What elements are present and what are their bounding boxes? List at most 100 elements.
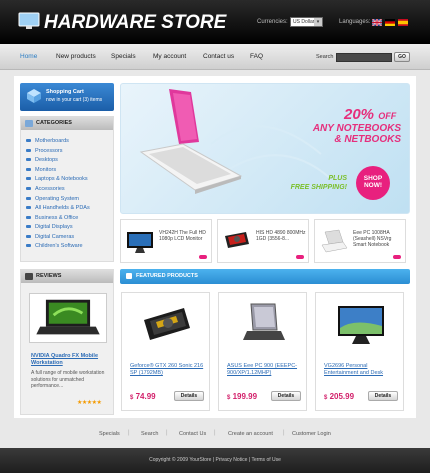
currencies-label: Currencies: — [257, 19, 288, 25]
search-input[interactable] — [336, 53, 392, 62]
mini-product-card[interactable]: HIS HD 4890 800MHz 1GD (3556-8... — [217, 219, 309, 263]
product-name[interactable]: ASUS Eee PC 900 (EEEPC-900/XP/1.12MHP) — [227, 363, 303, 377]
product-currency: $ — [130, 395, 134, 401]
uk-flag-icon[interactable] — [372, 19, 382, 26]
copyright-text: Copyright © 2009 YourStore | Privacy Not… — [149, 457, 281, 463]
product-price: $ 74.99 — [130, 392, 156, 401]
monitor-image — [127, 232, 153, 253]
mini-product-text: Eee PC 1008HA (Seashell) NSVrg Smart Not… — [353, 230, 392, 248]
banner-plus: PLUS — [328, 175, 347, 182]
product-currency: $ — [227, 395, 231, 401]
rating-stars: ★★★★★ — [77, 400, 102, 406]
reviews-icon — [25, 273, 33, 280]
nav-home[interactable]: Home — [20, 44, 37, 70]
languages-label: Languages: — [339, 19, 371, 25]
review-text: A full range of mobile workstation solut… — [31, 370, 105, 389]
graphics-card-image[interactable] — [140, 300, 194, 348]
search-label: Search — [316, 54, 334, 60]
chevron-down-icon: ▾ — [314, 18, 322, 26]
product-price: $ 199.99 — [227, 392, 257, 401]
product-price-value: 205.99 — [329, 392, 355, 401]
footer-link-create-account[interactable]: Create an account — [228, 431, 273, 437]
store-logo[interactable]: HARDWARE STORE — [44, 12, 226, 34]
netbook-image[interactable] — [237, 300, 291, 348]
banner-free-shipping: PLUS FREE SHIPPING! — [281, 174, 347, 192]
product-currency: $ — [324, 395, 328, 401]
monitor-image[interactable] — [334, 300, 388, 348]
footer-link-specials[interactable]: Specials — [99, 431, 120, 437]
currency-select[interactable]: US Dollar ▾ — [290, 17, 323, 27]
category-item[interactable]: Desktops — [26, 157, 58, 163]
category-item[interactable]: Motherboards — [26, 138, 69, 144]
category-item[interactable]: Digital Displays — [26, 224, 73, 230]
category-item[interactable]: Processors — [26, 148, 63, 154]
category-item[interactable]: Business & Office — [26, 215, 78, 221]
footer-link-customer-login[interactable]: Customer Login — [292, 431, 331, 437]
search-go-button[interactable]: GO — [394, 52, 410, 62]
banner-percent: 20% OFF — [344, 106, 396, 123]
categories-box: CATEGORIES Motherboards Processors Deskt… — [20, 116, 114, 262]
product-name[interactable]: VG2696 Personal Entertainment and Desk — [324, 363, 400, 377]
nav-my-account[interactable]: My account — [153, 44, 186, 70]
footer-separator: | — [166, 430, 168, 436]
product-name[interactable]: Geforce® GTX 260 Sonic 216 SP (1792MB) — [130, 363, 206, 377]
graphics-card-image — [225, 232, 249, 248]
banner-percent-value: 20% — [344, 106, 375, 123]
mini-product-card[interactable]: Eee PC 1008HA (Seashell) NSVrg Smart Not… — [314, 219, 406, 263]
product-price-value: 74.99 — [135, 392, 156, 401]
category-item[interactable]: Digital Cameras — [26, 234, 74, 240]
currency-value: US Dollar — [293, 19, 315, 25]
product-price-value: 199.99 — [232, 392, 258, 401]
footer-separator: | — [214, 430, 216, 436]
category-item[interactable]: Laptops & Notebooks — [26, 176, 88, 182]
details-button[interactable]: Details — [368, 391, 398, 401]
mini-product-more-button[interactable] — [199, 255, 207, 259]
shop-now-button[interactable]: SHOP NOW! — [356, 166, 390, 200]
category-item[interactable]: All Handhelds & PDAs — [26, 205, 90, 211]
featured-icon — [126, 273, 132, 279]
mini-product-more-button[interactable] — [393, 255, 401, 259]
product-price: $ 205.99 — [324, 392, 354, 401]
cart-box-icon — [27, 89, 41, 103]
review-laptop-image[interactable] — [29, 293, 107, 343]
footer-separator: | — [128, 430, 130, 436]
reviews-header: REVIEWS — [21, 270, 113, 283]
featured-title: FEATURED PRODUCTS — [136, 273, 198, 279]
footer-link-contact-us[interactable]: Contact Us — [179, 431, 206, 437]
netbook-image — [321, 229, 348, 253]
banner-line1: ANY NOTEBOOKS — [312, 123, 401, 134]
shopping-cart-box[interactable]: Shopping Cart now in your cart (3) items — [20, 83, 114, 111]
promo-banner[interactable]: 20% OFF ANY NOTEBOOKS & NETBOOKS PLUS FR… — [120, 83, 410, 214]
categories-header: CATEGORIES — [21, 117, 113, 130]
header: HARDWARE STORE Currencies: US Dollar ▾ L… — [0, 0, 430, 44]
germany-flag-icon[interactable] — [385, 19, 395, 26]
details-button[interactable]: Details — [174, 391, 204, 401]
mini-product-card[interactable]: VH242H The Full HD 1080p LCD Monitor — [120, 219, 212, 263]
mini-product-text: HIS HD 4890 800MHz 1GD (3556-8... — [256, 230, 306, 242]
category-item[interactable]: Monitors — [26, 167, 56, 173]
product-card: ASUS Eee PC 900 (EEEPC-900/XP/1.12MHP) $… — [218, 292, 307, 411]
product-card: Geforce® GTX 260 Sonic 216 SP (1792MB) $… — [121, 292, 210, 411]
nav-new-products[interactable]: New products — [56, 44, 96, 70]
nav-specials[interactable]: Specials — [111, 44, 136, 70]
banner-free-shipping-text: FREE SHIPPING! — [290, 184, 347, 191]
reviews-box: REVIEWS NVIDIA Quadro FX Mobile Workstat… — [20, 269, 114, 415]
main-nav: Home New products Specials My account Co… — [0, 44, 430, 70]
product-card: VG2696 Personal Entertainment and Desk $… — [315, 292, 404, 411]
category-item[interactable]: Accessories — [26, 186, 65, 192]
nav-faq[interactable]: FAQ — [250, 44, 263, 70]
footer-bar: Copyright © 2009 YourStore | Privacy Not… — [0, 448, 430, 473]
review-product-title[interactable]: NVIDIA Quadro FX Mobile Workstation — [31, 353, 109, 367]
cart-subtitle: now in your cart (3) items — [46, 97, 103, 103]
footer-link-search[interactable]: Search — [141, 431, 158, 437]
spain-flag-icon[interactable] — [398, 19, 408, 26]
nav-contact-us[interactable]: Contact us — [203, 44, 234, 70]
category-item[interactable]: Operating System — [26, 196, 79, 202]
reviews-title: REVIEWS — [36, 273, 62, 279]
mini-product-more-button[interactable] — [296, 255, 304, 259]
monitor-logo-icon — [18, 12, 40, 29]
details-button[interactable]: Details — [271, 391, 301, 401]
mini-product-text: VH242H The Full HD 1080p LCD Monitor — [159, 230, 206, 242]
category-item[interactable]: Children's Software — [26, 243, 83, 249]
categories-icon — [25, 120, 33, 127]
